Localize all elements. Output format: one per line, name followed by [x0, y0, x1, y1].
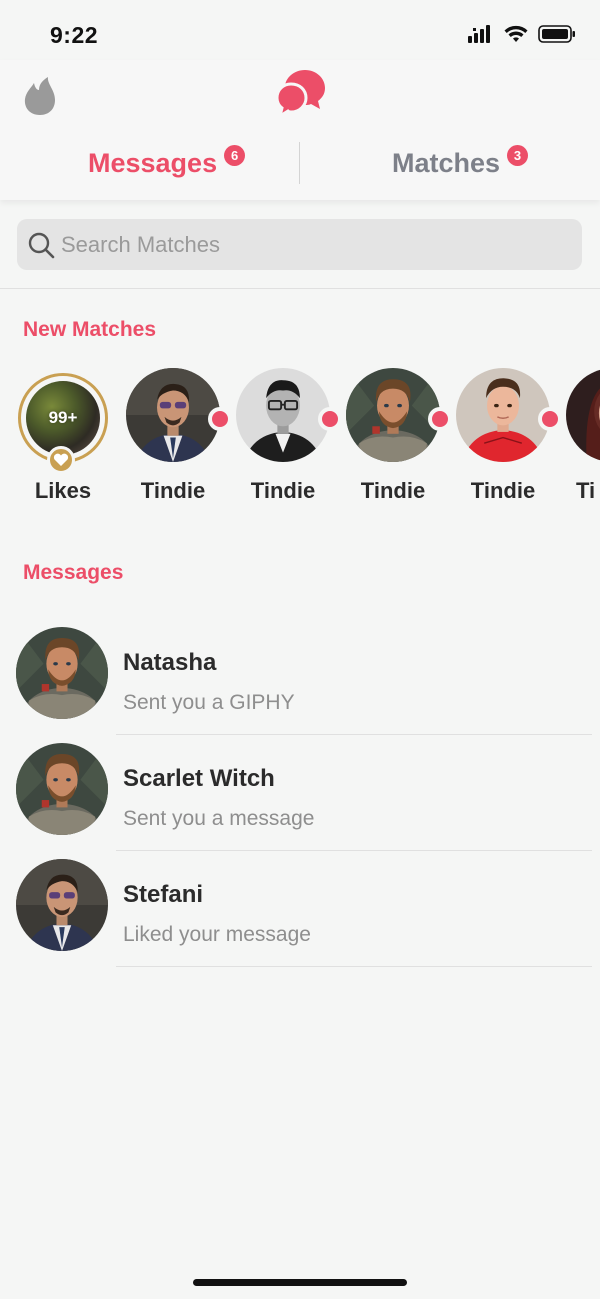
new-matches-title: New Matches: [23, 318, 157, 341]
match-name: Tindie: [470, 478, 536, 503]
message-avatar: [16, 743, 108, 835]
search-icon: [28, 232, 55, 258]
match-photo: [456, 368, 550, 462]
match-card[interactable]: Tindie: [228, 368, 342, 508]
message-avatar: [16, 627, 108, 719]
message-sender-name: Scarlet Witch: [123, 765, 275, 792]
message-row[interactable]: Scarlet Witch Sent you a message: [0, 743, 600, 859]
messages-section-title: Messages: [23, 561, 124, 584]
wifi-icon: [504, 25, 528, 42]
gold-heart-icon: [47, 446, 75, 474]
app-header: Messages 6 Matches 3: [0, 60, 600, 200]
search-input[interactable]: [61, 231, 561, 258]
message-row[interactable]: Natasha Sent you a GIPHY: [0, 627, 600, 743]
message-avatar: [16, 859, 108, 951]
row-divider: [116, 850, 592, 851]
likes-count: 99+: [48, 408, 78, 427]
battery-icon: [538, 25, 575, 43]
tab-divider: [299, 142, 300, 184]
likes-tile[interactable]: 99+ Likes: [8, 368, 118, 508]
message-sender-name: Stefani: [123, 881, 204, 908]
tab-matches[interactable]: Matches 3: [392, 138, 529, 188]
messages-count-badge: 6: [224, 144, 246, 166]
status-icons: [468, 24, 576, 44]
cellular-signal-icon: [468, 25, 490, 43]
message-preview: Liked your message: [123, 923, 311, 946]
message-preview: Sent you a message: [123, 807, 315, 830]
row-divider: [116, 734, 592, 735]
likes-blurred-photo: 99+: [26, 381, 100, 455]
flame-icon[interactable]: [22, 76, 58, 116]
tab-bar: Messages 6 Matches 3: [0, 138, 600, 188]
matches-count-badge: 3: [507, 144, 529, 166]
match-name: Tindie: [360, 478, 426, 503]
home-indicator[interactable]: [193, 1279, 407, 1286]
chat-bubbles-icon[interactable]: [275, 66, 327, 118]
new-matches-carousel[interactable]: 99+ Likes Tindie Tindie Tindie Tindie Ti: [0, 368, 600, 508]
tab-messages-label: Messages: [88, 147, 218, 178]
match-photo: [126, 368, 220, 462]
match-photo: [236, 368, 330, 462]
tab-messages[interactable]: Messages 6: [88, 138, 246, 188]
match-card[interactable]: Tindie: [338, 368, 452, 508]
message-row[interactable]: Stefani Liked your message: [0, 859, 600, 975]
search-separator: [0, 288, 600, 289]
match-card[interactable]: Ti: [558, 368, 600, 508]
match-photo: [566, 368, 600, 462]
match-name: Tindie: [250, 478, 316, 503]
row-divider: [116, 966, 592, 967]
tab-matches-label: Matches: [392, 147, 501, 178]
likes-label: Likes: [34, 478, 92, 503]
match-photo: [346, 368, 440, 462]
match-card[interactable]: Tindie: [448, 368, 562, 508]
status-time: 9:22: [50, 22, 99, 48]
message-preview: Sent you a GIPHY: [123, 691, 295, 714]
match-name: Tindie: [140, 478, 206, 503]
match-card[interactable]: Tindie: [118, 368, 232, 508]
search-bar[interactable]: [17, 219, 582, 270]
message-sender-name: Natasha: [123, 649, 217, 676]
match-name: Ti: [576, 478, 596, 503]
